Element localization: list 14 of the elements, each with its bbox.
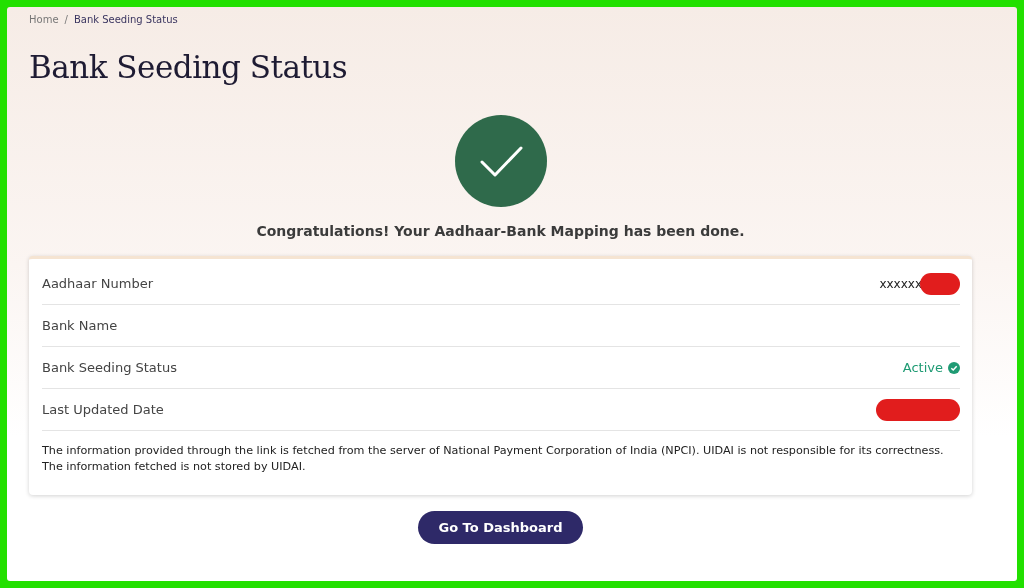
check-circle-icon [948, 361, 960, 374]
breadcrumb-separator: / [64, 14, 68, 25]
page-title: Bank Seeding Status [29, 49, 349, 85]
status-value: Active [902, 360, 943, 375]
success-check-icon [454, 115, 547, 207]
detail-label: Aadhaar Number [42, 276, 153, 291]
detail-label: Bank Seeding Status [42, 360, 177, 375]
breadcrumb-current[interactable]: Bank Seeding Status [73, 14, 178, 25]
disclaimer-text: The information provided through the link is fetched from the server of National Payment Corporation of India (NPCI). UIDAI is not responsible for its correctness. The information fetched is not stored by UIDAI. [42, 443, 945, 475]
detail-label: Last Updated Date [42, 402, 164, 417]
breadcrumb-link[interactable]: Home [29, 14, 59, 25]
success-message: Congratulations! Your Aadhaar-Bank Mapping has been done. [256, 223, 745, 239]
detail-label: Bank Name [42, 318, 118, 333]
dashboard-button[interactable]: Go To Dashboard [418, 511, 583, 544]
